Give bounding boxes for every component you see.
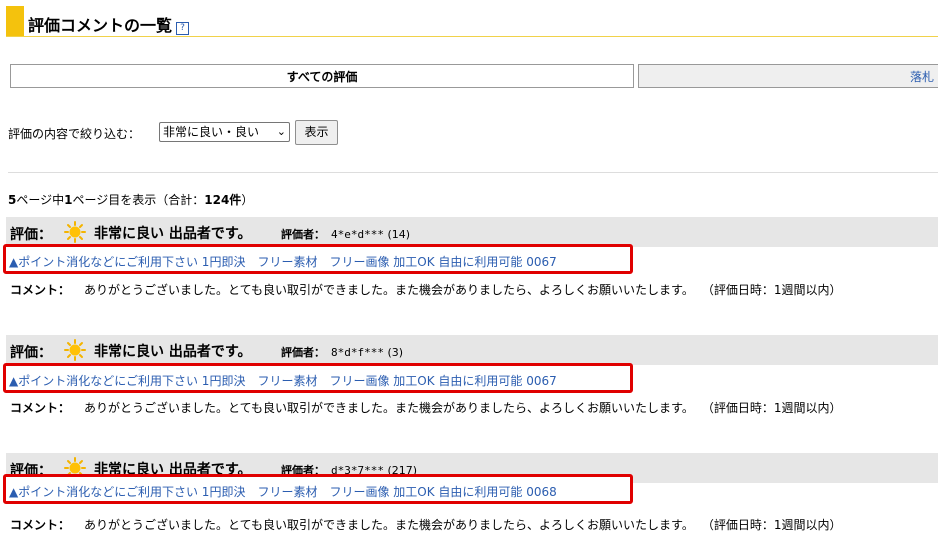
chevron-down-icon: ⌄	[276, 125, 286, 138]
item-link[interactable]: ▲ポイント消化などにご利用下さい 1円即決 フリー素材 フリー画像 加工OK 自…	[9, 483, 557, 500]
divider	[8, 172, 938, 173]
help-icon[interactable]: ?	[176, 22, 190, 35]
pagination-info: 5ページ中1ページ目を表示（合計：124件）	[8, 191, 253, 208]
comment-row: コメント： ありがとうございました。とても良い取引ができました。また機会がありまし…	[10, 399, 842, 416]
tab-winning-bidder[interactable]: 落札	[638, 64, 938, 88]
item-link[interactable]: ▲ポイント消化などにご利用下さい 1円即決 フリー素材 フリー画像 加工OK 自…	[9, 372, 557, 389]
comment-label: コメント：	[10, 283, 71, 297]
item-highlight-box: ▲ポイント消化などにご利用下さい 1円即決 フリー素材 フリー画像 加工OK 自…	[3, 474, 633, 504]
comment-row: コメント： ありがとうございました。とても良い取引ができました。また機会がありまし…	[10, 516, 842, 533]
sun-icon	[64, 339, 86, 361]
rating-filter-value: 非常に良い・良い	[163, 125, 260, 139]
tab-all-feedback[interactable]: すべての評価	[10, 64, 634, 88]
total-count: 124件	[204, 193, 242, 207]
comment-row: コメント： ありがとうございました。とても良い取引ができました。また機会がありまし…	[10, 281, 842, 298]
item-highlight-box: ▲ポイント消化などにご利用下さい 1円即決 フリー素材 フリー画像 加工OK 自…	[3, 363, 633, 393]
pagination-prefix: ページ中	[16, 193, 65, 207]
pagination-suffix: ページ目を表示（合計：	[72, 193, 205, 207]
item-link[interactable]: ▲ポイント消化などにご利用下さい 1円即決 フリー素材 フリー画像 加工OK 自…	[9, 253, 557, 270]
show-button[interactable]: 表示	[295, 120, 338, 145]
rater-score-link[interactable]: (3)	[387, 346, 403, 359]
review-date: （評価日時：1週間以内）	[707, 518, 842, 532]
sun-icon	[64, 221, 86, 243]
comment-text: ありがとうございました。とても良い取引ができました。また機会がありましたら、よろ…	[84, 401, 694, 415]
review-date: （評価日時：1週間以内）	[707, 283, 842, 297]
comment-label: コメント：	[10, 518, 71, 532]
comment-label: コメント：	[10, 401, 71, 415]
title-accent-bar	[6, 6, 24, 36]
rater-id-link[interactable]: 8*d*f***	[331, 346, 384, 359]
review-header: 評価： 非常に良い 出品者です。 評価者： 8*d*f*** (3)	[6, 335, 938, 365]
item-highlight-box: ▲ポイント消化などにご利用下さい 1円即決 フリー素材 フリー画像 加工OK 自…	[3, 244, 633, 274]
rating-text: 非常に良い 出品者です。	[94, 344, 252, 360]
feedback-page: 評価コメントの一覧? すべての評価 落札 評価の内容で絞り込む： 非常に良い・良…	[0, 0, 938, 545]
title-bar: 評価コメントの一覧?	[6, 6, 938, 37]
rater-score-link[interactable]: (14)	[387, 228, 410, 241]
comment-text: ありがとうございました。とても良い取引ができました。また機会がありましたら、よろ…	[84, 283, 694, 297]
comment-text: ありがとうございました。とても良い取引ができました。また機会がありましたら、よろ…	[84, 518, 694, 532]
rating-label: 評価：	[10, 227, 52, 243]
rating-text: 非常に良い 出品者です。	[94, 226, 252, 242]
pagination-close: ）	[241, 193, 254, 207]
page-title-text: 評価コメントの一覧	[28, 16, 173, 35]
rater-id-link[interactable]: 4*e*d***	[331, 228, 384, 241]
page-title: 評価コメントの一覧?	[28, 12, 190, 36]
rater-label: 評価者：	[281, 346, 325, 359]
review-date: （評価日時：1週間以内）	[707, 401, 842, 415]
rating-filter-select[interactable]: 非常に良い・良い ⌄	[159, 122, 290, 142]
rating-label: 評価：	[10, 345, 52, 361]
review-header: 評価： 非常に良い 出品者です。 評価者： 4*e*d*** (14)	[6, 217, 938, 247]
rater-info: 評価者： 8*d*f*** (3)	[281, 344, 403, 360]
filter-label: 評価の内容で絞り込む：	[8, 127, 141, 141]
rater-info: 評価者： 4*e*d*** (14)	[281, 226, 410, 242]
rater-label: 評価者：	[281, 228, 325, 241]
